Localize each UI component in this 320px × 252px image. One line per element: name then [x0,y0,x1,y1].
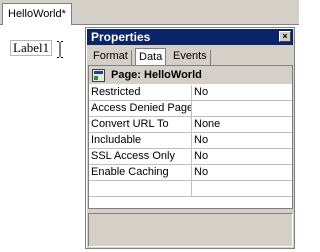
property-row-empty [89,181,292,197]
property-name: Enable Caching [89,165,192,180]
property-value[interactable]: No [192,165,292,180]
property-grid: Page: HelloWorld Restricted No Access De… [88,65,293,209]
property-row-convert-url-to[interactable]: Convert URL To None [89,117,292,133]
object-header-label: Page: HelloWorld [111,69,202,81]
property-name: Includable [89,133,192,148]
page-icon [92,68,105,82]
properties-tabs: Format Data Events [88,48,293,65]
tab-format[interactable]: Format [90,50,132,65]
property-row-includable[interactable]: Includable No [89,133,292,149]
properties-window: Properties × Format Data Events Page: He… [85,27,295,249]
close-button[interactable]: × [279,31,291,42]
property-value[interactable]: None [192,117,292,132]
properties-title: Properties [91,30,151,44]
tab-events[interactable]: Events [170,50,211,65]
property-name: Convert URL To [89,117,192,132]
properties-titlebar[interactable]: Properties × [87,29,293,45]
property-description-panel [88,213,293,247]
label-control[interactable]: Label1 [10,40,53,56]
property-row-restricted[interactable]: Restricted No [89,85,292,101]
property-value[interactable]: No [192,85,292,100]
tab-data[interactable]: Data [135,48,167,65]
property-name-empty [89,181,192,196]
property-row-enable-caching[interactable]: Enable Caching No [89,165,292,181]
property-value-empty [192,181,292,196]
document-tab-bar: HelloWorld* [0,0,299,25]
property-name: SSL Access Only [89,149,192,164]
property-name: Restricted [89,85,192,100]
property-value[interactable]: No [192,149,292,164]
property-row-access-denied-page[interactable]: Access Denied Page [89,101,292,117]
object-header: Page: HelloWorld [89,66,292,85]
property-name: Access Denied Page [91,101,192,116]
close-icon: × [282,31,288,41]
property-row-ssl-access-only[interactable]: SSL Access Only No [89,149,292,165]
document-tab-helloworld[interactable]: HelloWorld* [2,3,72,25]
property-value[interactable]: No [192,133,292,148]
text-cursor-icon [57,41,63,58]
property-value[interactable] [192,101,292,116]
